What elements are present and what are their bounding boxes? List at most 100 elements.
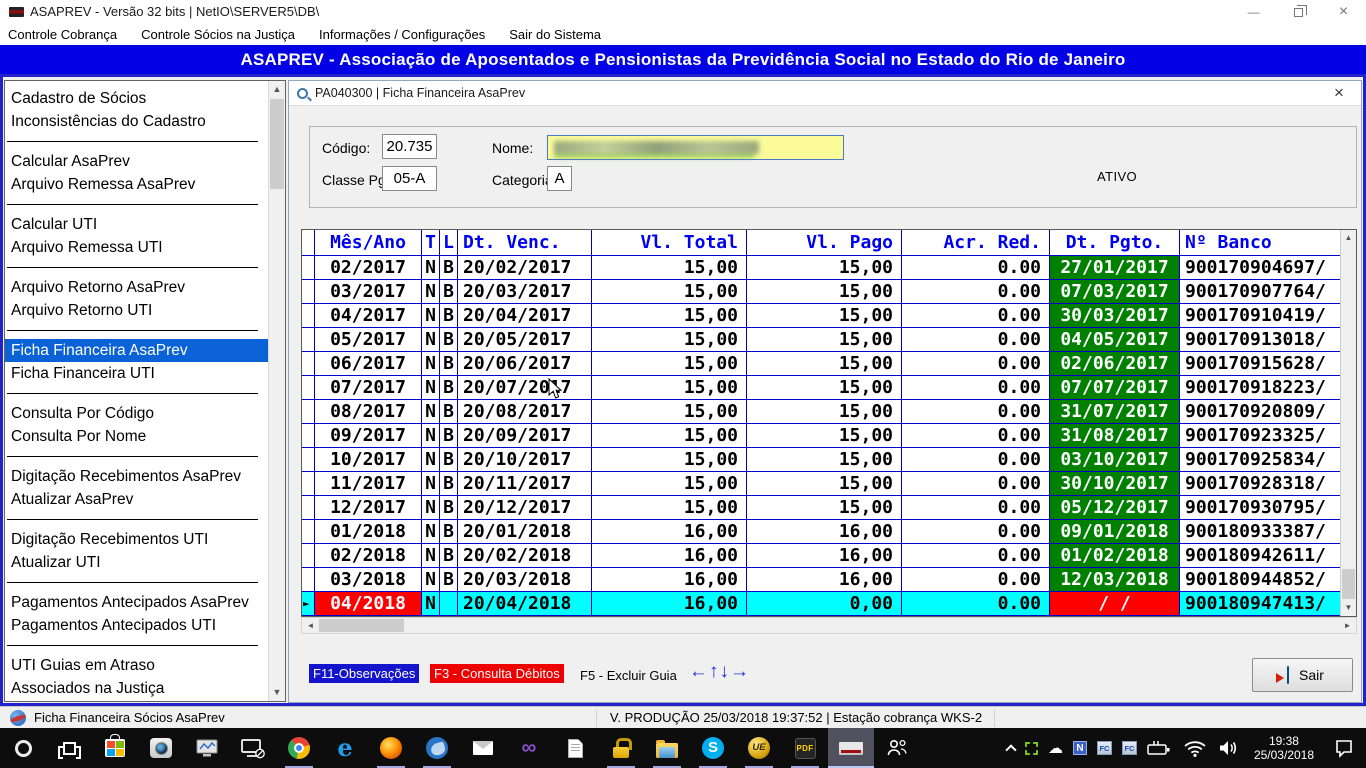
grid-cell[interactable]: 20/09/2017 [458,424,592,447]
file-explorer-icon[interactable] [644,728,690,768]
grid-cell[interactable]: 12/03/2018 [1050,568,1180,591]
f3-consulta-debitos-button[interactable]: F3 - Consulta Débitos [430,664,564,683]
grid-cell[interactable]: 20/02/2017 [458,256,592,279]
f5-excluir-guia-label[interactable]: F5 - Excluir Guia [576,666,681,685]
f11-observacoes-button[interactable]: F11-Observações [309,664,419,683]
grid-cell[interactable] [440,592,458,615]
grid-cell[interactable]: B [440,424,458,447]
grid-cell[interactable]: 15,00 [747,376,902,399]
grid-column-header[interactable]: Vl. Pago [747,230,902,255]
sidebar-item-arquivo-retorno-uti[interactable]: Arquivo Retorno UTI [5,299,268,322]
grid-cell[interactable]: B [440,304,458,327]
grid-cell[interactable]: N [422,352,440,375]
grid-cell[interactable]: 15,00 [592,256,747,279]
categoria-field[interactable]: A [547,166,572,191]
grid-row[interactable]: ►04/2018N20/04/201816,000,000.00/ /90018… [302,592,1340,616]
grid-vscroll-thumb[interactable] [1342,569,1355,599]
grid-cell[interactable]: N [422,448,440,471]
onedrive-icon[interactable]: ☁ [1043,728,1068,768]
grid-cell[interactable]: 09/01/2018 [1050,520,1180,543]
grid-cell[interactable]: 15,00 [592,448,747,471]
scroll-up-icon[interactable]: ▲ [269,81,285,98]
grid-cell[interactable]: B [440,496,458,519]
notepad-icon[interactable] [552,728,598,768]
grid-cell[interactable]: B [440,256,458,279]
grid-cell[interactable]: 16,00 [747,520,902,543]
grid-cell[interactable]: 900170918223/ [1180,376,1339,399]
battery-plug-icon[interactable] [1142,728,1178,768]
grid-cell[interactable]: 900170907764/ [1180,280,1339,303]
keepass-lock-icon[interactable] [598,728,644,768]
grid-cell[interactable]: 10/2017 [315,448,422,471]
grid-cell[interactable]: 0.00 [902,544,1050,567]
grid-cell[interactable]: 900180947413/ [1180,592,1339,615]
grid-cell[interactable]: 0.00 [902,304,1050,327]
grid-cell[interactable]: 15,00 [747,328,902,351]
scroll-down-icon[interactable]: ▼ [269,684,285,701]
grid-cell[interactable]: B [440,472,458,495]
sidebar-item-atualizar-asaprev[interactable]: Atualizar AsaPrev [5,488,268,511]
grid-cell[interactable]: 15,00 [747,448,902,471]
grid-cell[interactable]: 15,00 [747,496,902,519]
grid-column-header[interactable]: Dt. Venc. [458,230,592,255]
grid-cell[interactable]: 15,00 [747,304,902,327]
grid-column-header[interactable]: Acr. Red. [902,230,1050,255]
grid-hscroll-thumb[interactable] [319,619,404,632]
grid-cell[interactable]: 16,00 [592,544,747,567]
grid-row[interactable]: 04/2017NB20/04/201715,0015,000.0030/03/2… [302,304,1340,328]
mail-icon[interactable] [460,728,506,768]
grid-row[interactable]: 02/2018NB20/02/201816,0016,000.0001/02/2… [302,544,1340,568]
grid-cell[interactable]: 20/05/2017 [458,328,592,351]
grid-cell[interactable]: 01/02/2018 [1050,544,1180,567]
sidebar-item-uti-guias-em-atraso[interactable]: UTI Guias em Atraso [5,654,268,677]
remote-desktop-icon[interactable] [230,728,276,768]
sidebar-item-ficha-financeira-uti[interactable]: Ficha Financeira UTI [5,362,268,385]
scroll-left-icon[interactable]: ◄ [302,618,319,633]
grid-column-header[interactable]: Nº Banco [1180,230,1339,255]
pdf-icon[interactable]: PDF [782,728,828,768]
grid-cell[interactable]: B [440,400,458,423]
grid-cell[interactable]: 02/2017 [315,256,422,279]
grid-cell[interactable]: 07/2017 [315,376,422,399]
grid-cell[interactable]: 04/2017 [315,304,422,327]
grid-cell[interactable]: 0.00 [902,328,1050,351]
grid-row[interactable]: 02/2017NB20/02/201715,0015,000.0027/01/2… [302,256,1340,280]
grid-cell[interactable]: 02/2018 [315,544,422,567]
n-app-tray-icon[interactable]: N [1068,728,1092,768]
screenclip-tray-icon[interactable] [1020,728,1043,768]
grid-cell[interactable]: 15,00 [747,256,902,279]
grid-cell[interactable]: 15,00 [747,400,902,423]
grid-cell[interactable]: N [422,376,440,399]
grid-row[interactable]: 06/2017NB20/06/201715,0015,000.0002/06/2… [302,352,1340,376]
grid-cell[interactable]: 0.00 [902,568,1050,591]
grid-cell[interactable]: / / [1050,592,1180,615]
grid-cell[interactable]: 05/12/2017 [1050,496,1180,519]
action-center-icon[interactable] [1322,728,1366,768]
grid-cell[interactable]: 20/07/2017 [458,376,592,399]
grid-cell[interactable]: 900170930795/ [1180,496,1339,519]
grid-cell[interactable]: 900170913018/ [1180,328,1339,351]
grid-cell[interactable]: 03/2018 [315,568,422,591]
grid-cell[interactable]: 30/03/2017 [1050,304,1180,327]
grid-cell[interactable]: 0.00 [902,448,1050,471]
grid-cell[interactable]: 0.00 [902,400,1050,423]
grid-vertical-scrollbar[interactable]: ▲ ▼ [1340,230,1356,616]
grid-cell[interactable]: N [422,280,440,303]
grid-cell[interactable]: 20/04/2018 [458,592,592,615]
grid-cell[interactable]: 20/01/2018 [458,520,592,543]
grid-cell[interactable]: 27/01/2017 [1050,256,1180,279]
grid-cell[interactable]: 0.00 [902,472,1050,495]
grid-cell[interactable]: 20/03/2017 [458,280,592,303]
grid-cell[interactable]: 20/11/2017 [458,472,592,495]
grid-row[interactable]: 12/2017NB20/12/201715,0015,000.0005/12/2… [302,496,1340,520]
grid-row[interactable]: 07/2017NB20/07/201715,0015,000.0007/07/2… [302,376,1340,400]
chrome-icon[interactable] [276,728,322,768]
grid-cell[interactable]: B [440,352,458,375]
grid-cell[interactable]: 08/2017 [315,400,422,423]
grid-cell[interactable]: 16,00 [592,568,747,591]
sidebar-item-inconsist-ncias-do-cadastro[interactable]: Inconsistências do Cadastro [5,110,268,133]
close-button[interactable]: × [1321,0,1366,23]
grid-cell[interactable]: N [422,568,440,591]
grid-column-header[interactable]: Vl. Total [592,230,747,255]
grid-cell[interactable]: 31/08/2017 [1050,424,1180,447]
